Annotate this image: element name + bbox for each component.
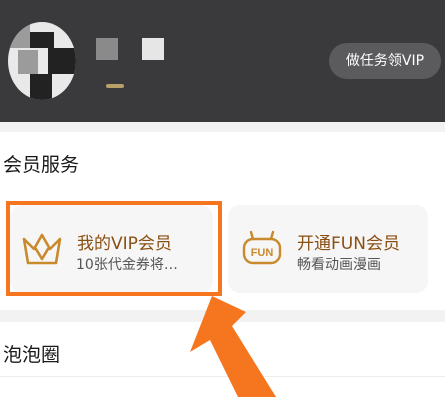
pointer-arrow (190, 296, 276, 397)
